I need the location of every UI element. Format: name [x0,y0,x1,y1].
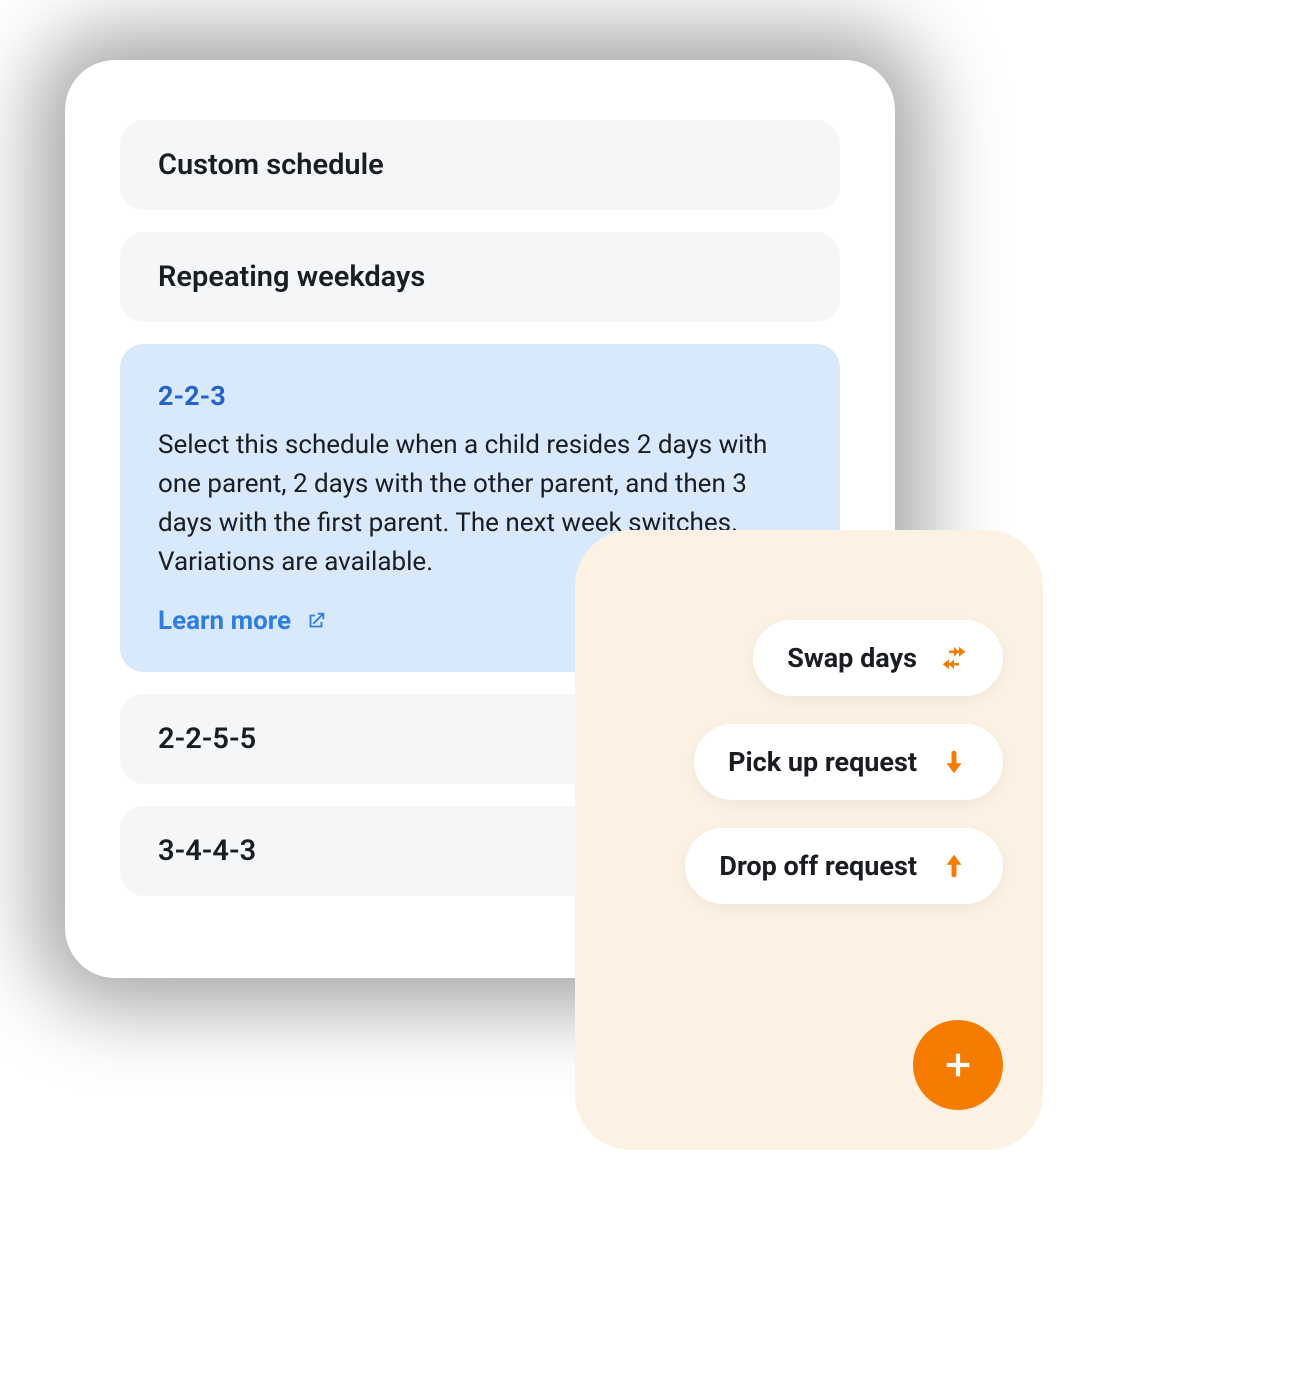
schedule-option-custom[interactable]: Custom schedule [120,120,840,210]
learn-more-label: Learn more [158,606,291,636]
learn-more-link[interactable]: Learn more [158,606,327,636]
action-label: Swap days [787,642,917,674]
external-link-icon [305,610,327,632]
swap-icon [939,643,969,673]
action-panel: Swap days Pick up request Drop off reque… [575,530,1043,1150]
add-fab-button[interactable] [913,1020,1003,1110]
schedule-option-title: Custom schedule [158,148,802,182]
pickup-request-button[interactable]: Pick up request [694,724,1003,800]
arrow-down-icon [939,747,969,777]
schedule-option-repeating[interactable]: Repeating weekdays [120,232,840,322]
schedule-option-title: 2-2-3 [158,380,802,412]
schedule-option-title: Repeating weekdays [158,260,802,294]
plus-icon [941,1048,975,1082]
arrow-up-icon [939,851,969,881]
dropoff-request-button[interactable]: Drop off request [685,828,1003,904]
action-label: Pick up request [728,746,917,778]
swap-days-button[interactable]: Swap days [753,620,1003,696]
action-label: Drop off request [719,850,917,882]
